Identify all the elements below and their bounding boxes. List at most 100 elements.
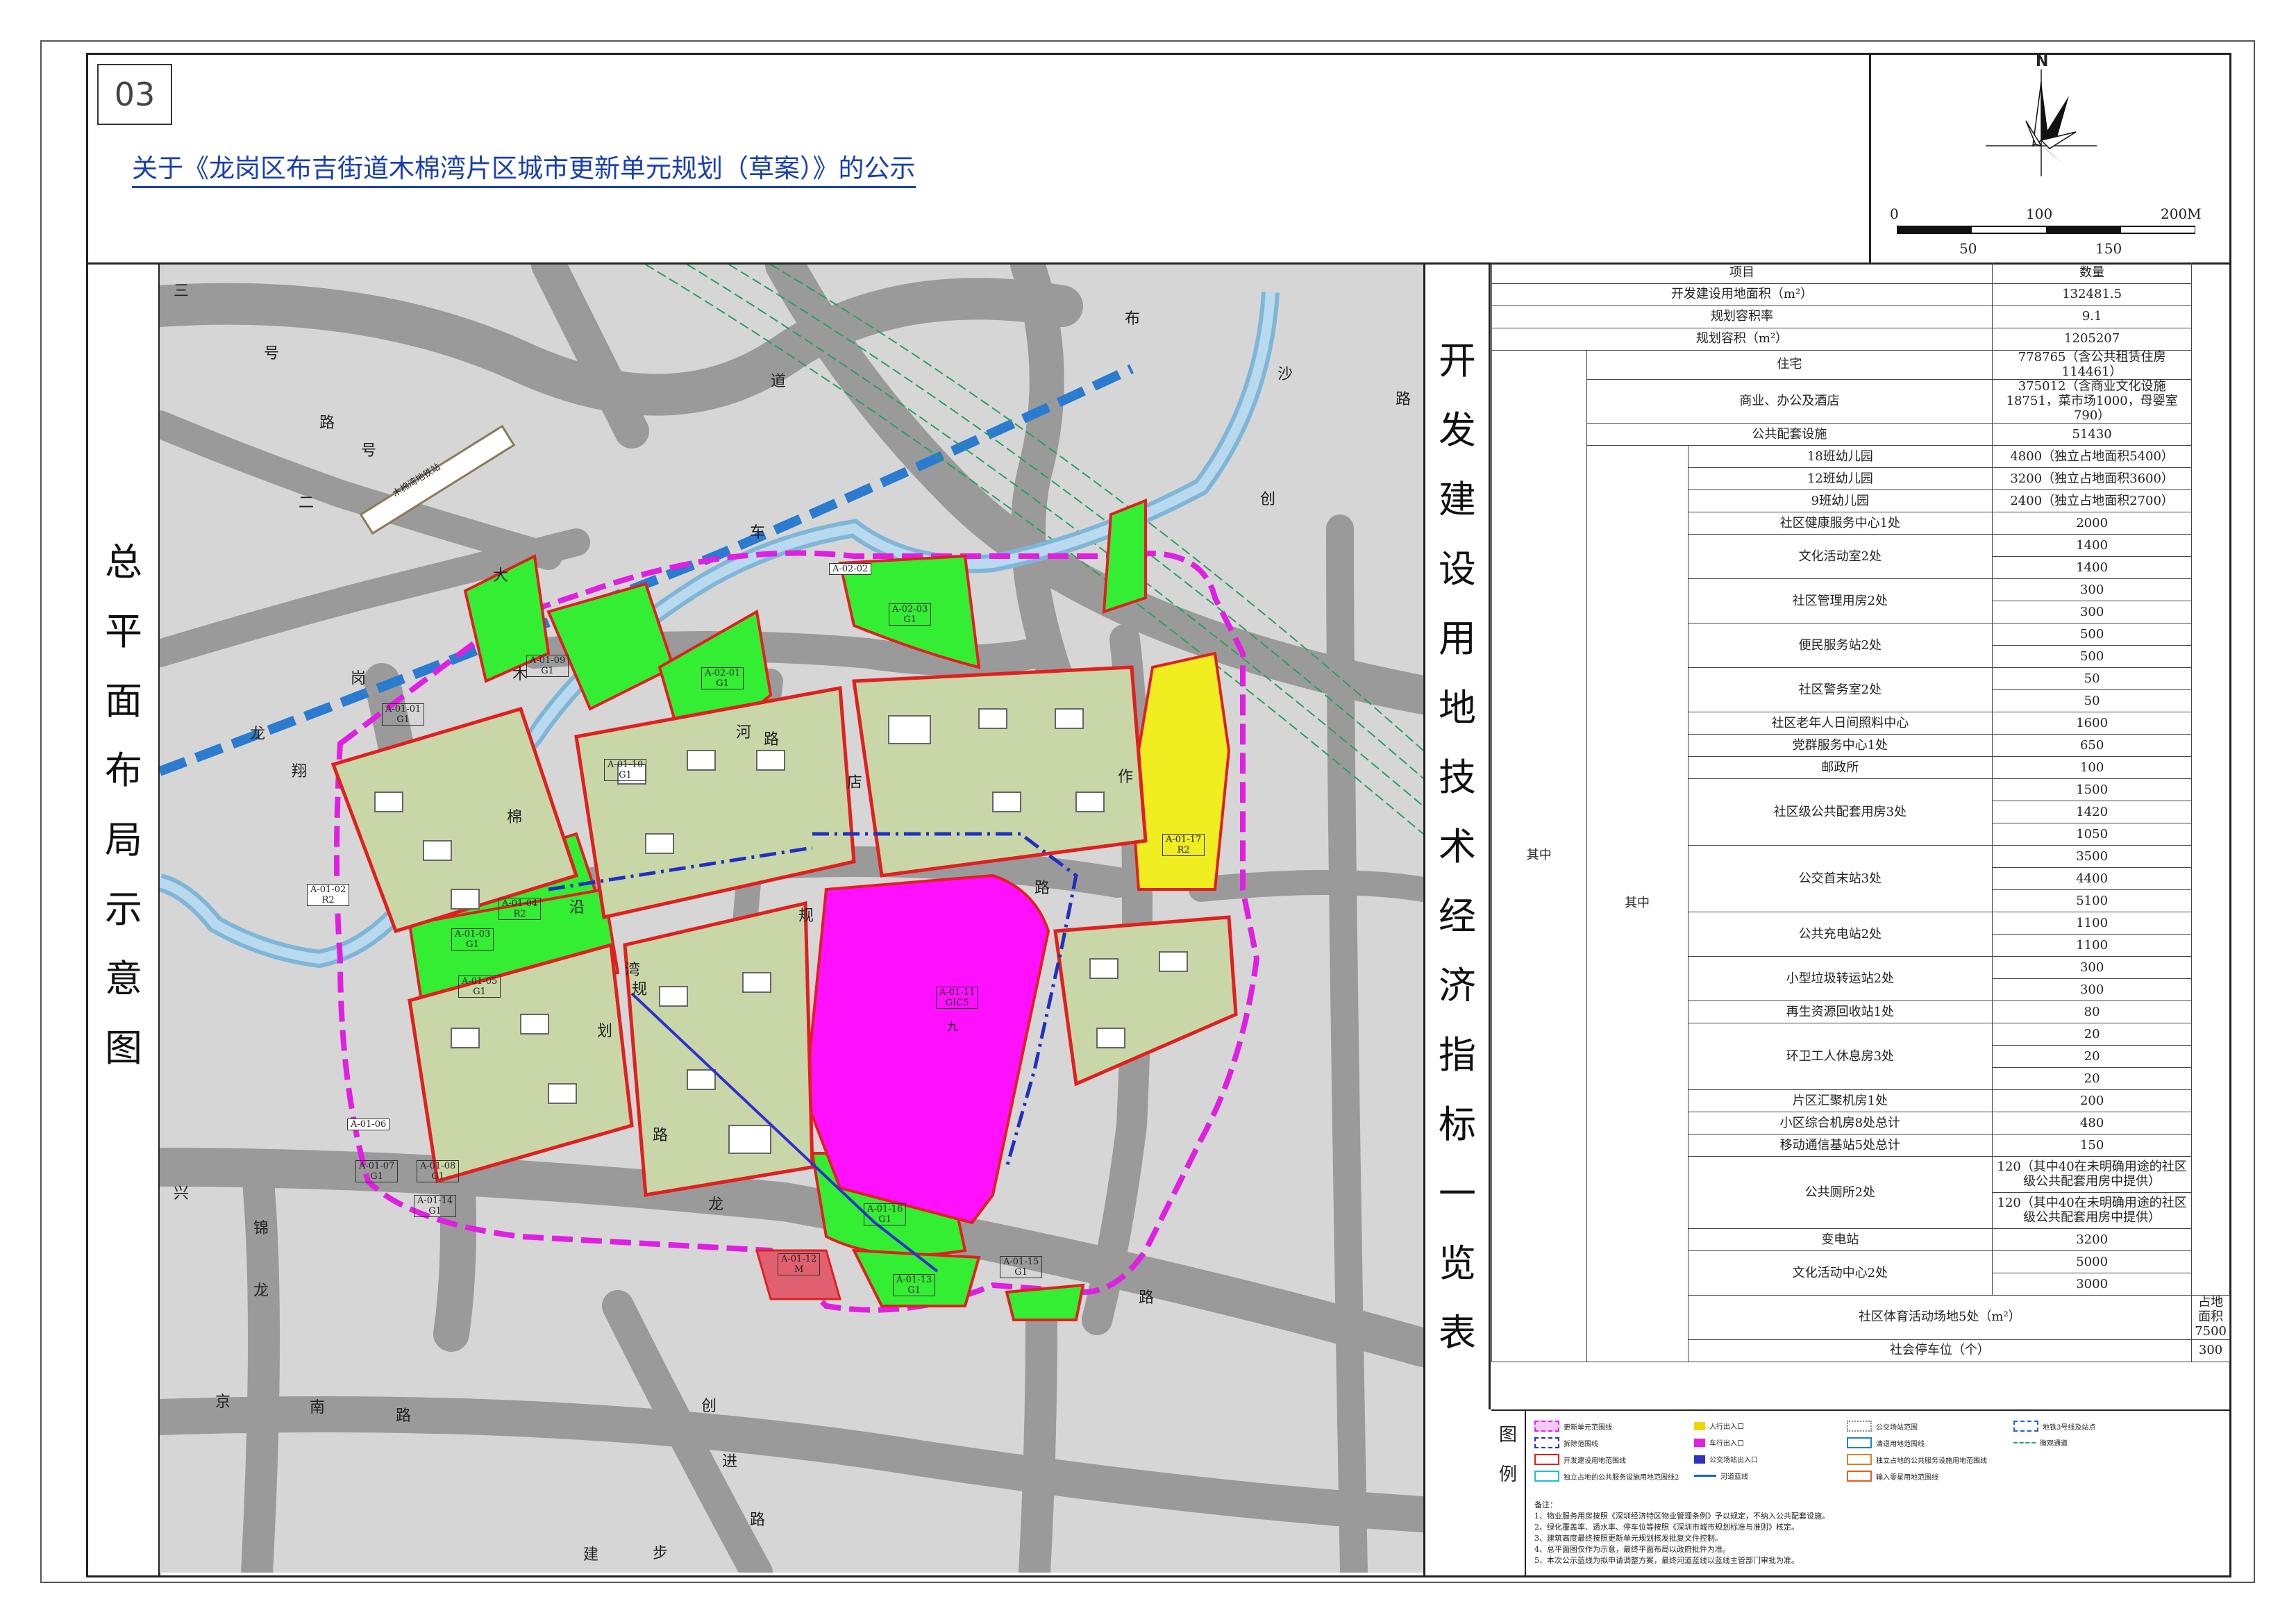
legend-item: 独立占地的公共服务设施用地范围线2 bbox=[1534, 1471, 1679, 1482]
page-title[interactable]: 关于《龙岗区布吉街道木棉湾片区城市更新单元规划（草案）》的公示 bbox=[132, 147, 916, 188]
legend-item: 人行出入口 bbox=[1694, 1421, 1744, 1431]
table-value: 1420 bbox=[1992, 801, 2193, 824]
road-char: 路 bbox=[1034, 880, 1050, 897]
road-char: 规 bbox=[798, 907, 814, 925]
legend-divider bbox=[1525, 1409, 1526, 1576]
site-plan-map[interactable]: 三 号 路 号 二 布 沙 路 车 道 创 大 岗 龙 翔 木 棉 沿 湾 路 … bbox=[160, 265, 1423, 1573]
table-label: 商业、办公及酒店 bbox=[1586, 379, 1993, 424]
legend-item: 地铁3号线及站点 bbox=[2013, 1421, 2095, 1432]
table-value: 4400 bbox=[1992, 867, 2193, 891]
legend-title: 图例 bbox=[1498, 1425, 1517, 1485]
table-value: 占地面积7500 bbox=[2191, 1295, 2230, 1340]
table-value: 3500 bbox=[1992, 845, 2193, 869]
table-value: 778765（含公共租赁住房114461） bbox=[1992, 349, 2193, 380]
parcel-tag[interactable]: A-01-04 R2 bbox=[498, 898, 542, 920]
parcel-tag[interactable]: A-01-08 G1 bbox=[417, 1160, 460, 1182]
table-value: 1205207 bbox=[1992, 328, 2193, 351]
road-char: 锦 bbox=[253, 1220, 269, 1237]
table-label: 邮政所 bbox=[1687, 756, 1993, 780]
parcel-tag[interactable]: A-01-12 M bbox=[778, 1253, 821, 1275]
parcel-tag[interactable]: A-01-11 GIC5 bbox=[936, 987, 979, 1009]
north-label: N bbox=[2036, 53, 2049, 70]
road-char: 沿 bbox=[569, 899, 585, 916]
road-char: 路 bbox=[653, 1127, 669, 1144]
legend-item: 更新单元范围线 bbox=[1534, 1421, 1612, 1432]
table-value: 1100 bbox=[1992, 912, 2193, 935]
table-value: 100 bbox=[1992, 756, 2193, 780]
road-char: 路 bbox=[319, 415, 335, 432]
table-label: 12班幼儿园 bbox=[1687, 467, 1993, 491]
parcel-tag[interactable]: A-02-01 G1 bbox=[701, 667, 744, 689]
road-char: 道 bbox=[771, 373, 787, 390]
table-label: 文化活动中心2处 bbox=[1687, 1250, 1993, 1296]
road-char: 龙 bbox=[250, 726, 266, 743]
table-value: 1400 bbox=[1992, 556, 2193, 580]
table-value: 3200 bbox=[1992, 1228, 2193, 1252]
table-label: 小区综合机房8处总计 bbox=[1687, 1112, 1993, 1135]
table-label: 开发建设用地面积（m²） bbox=[1491, 283, 1993, 306]
parcel-tag[interactable]: A-01-05 G1 bbox=[458, 976, 501, 998]
table-label: 文化活动室2处 bbox=[1687, 534, 1993, 580]
table-label: 便民服务站2处 bbox=[1687, 623, 1993, 669]
parcel-tag[interactable]: A-02-03 G1 bbox=[889, 603, 932, 626]
road-char: 路 bbox=[750, 1512, 766, 1529]
notes: 备注： 1、物业服务用房按照《深圳经济特区物业管理条例》予以规定，不纳入公共配套… bbox=[1534, 1500, 1829, 1565]
parcel-tag[interactable]: A-01-06 bbox=[347, 1119, 390, 1130]
table-value: 500 bbox=[1992, 623, 2193, 646]
road-char: 路 bbox=[764, 731, 780, 748]
parcel-tag[interactable]: A-01-17 R2 bbox=[1162, 834, 1205, 856]
road-char: 进 bbox=[722, 1453, 738, 1471]
road-char: 三 bbox=[174, 283, 190, 300]
table-label: 社区老年人日间照料中心 bbox=[1687, 712, 1993, 735]
parcel-tag[interactable]: A-01-09 G1 bbox=[526, 655, 569, 677]
road-char: 路 bbox=[1396, 391, 1411, 408]
road-char: 划 bbox=[597, 1023, 613, 1040]
table-label: 党群服务中心1处 bbox=[1687, 734, 1993, 757]
site-plan-svg bbox=[160, 265, 1423, 1573]
road-char: 龙 bbox=[708, 1196, 724, 1214]
table-value: 650 bbox=[1992, 734, 2193, 757]
scale-bar bbox=[1896, 224, 2196, 237]
legend-item: 开发建设用地范围线 bbox=[1534, 1454, 1626, 1465]
road-char: 木 bbox=[512, 666, 528, 683]
table-header-item: 项目 bbox=[1491, 262, 1993, 284]
table-label: 小型垃圾转运站2处 bbox=[1687, 956, 1993, 1002]
parcel-tag[interactable]: A-02-02 bbox=[829, 563, 872, 575]
parcel-tag[interactable]: A-01-10 G1 bbox=[604, 759, 647, 781]
indicator-table: 项目 数量 开发建设用地面积（m²） 132481.5 规划容积率 9.1 规划容积（… bbox=[1491, 262, 2230, 1362]
table-value: 3000 bbox=[1992, 1273, 2193, 1296]
table-value: 3200（独立占地面积3600） bbox=[1992, 467, 2193, 491]
scale-label-100: 100 bbox=[2026, 206, 2053, 222]
school-label: 九 bbox=[947, 1020, 959, 1033]
table-label: 再生资源回收站1处 bbox=[1687, 1001, 1993, 1024]
table-label: 公共厕所2处 bbox=[1687, 1156, 1993, 1230]
table-label: 社区健康服务中心1处 bbox=[1687, 512, 1993, 535]
parcel-tag[interactable]: A-01-02 R2 bbox=[307, 884, 350, 906]
parcel-tag[interactable]: A-01-15 G1 bbox=[1000, 1256, 1043, 1278]
legend-item: 车行出入口 bbox=[1694, 1437, 1744, 1448]
table-value: 300 bbox=[1992, 578, 2193, 602]
parcel-tag[interactable]: A-01-13 G1 bbox=[893, 1274, 936, 1296]
table-value: 51430 bbox=[1992, 423, 2193, 446]
table-group-label: 其中 bbox=[1491, 350, 1587, 1362]
table-label: 环卫工人休息房3处 bbox=[1687, 1023, 1993, 1091]
parcel-tag[interactable]: A-01-14 G1 bbox=[414, 1195, 457, 1217]
table-value: 2000 bbox=[1992, 512, 2193, 535]
table-value: 1400 bbox=[1992, 534, 2193, 558]
table-value: 1100 bbox=[1992, 934, 2193, 957]
table-label: 规划容积（m²） bbox=[1491, 328, 1993, 351]
parcel-tag[interactable]: A-01-07 G1 bbox=[355, 1160, 399, 1182]
table-label: 移动通信基站5处总计 bbox=[1687, 1134, 1993, 1157]
table-value: 200 bbox=[1992, 1089, 2193, 1113]
parcel-tag[interactable]: A-01-03 G1 bbox=[451, 928, 494, 951]
legend-item: 微观通道 bbox=[2013, 1437, 2068, 1448]
table-label: 社区管理用房2处 bbox=[1687, 578, 1993, 624]
table-value: 2400（独立占地面积2700） bbox=[1992, 489, 2193, 513]
table-value: 375012（含商业文化设施18751，菜市场1000，母婴室790） bbox=[1992, 379, 2193, 424]
parcel-tag[interactable]: A-01-16 G1 bbox=[864, 1203, 907, 1225]
road-char: 兴 bbox=[174, 1185, 190, 1203]
road-char: 号 bbox=[264, 345, 280, 362]
parcel-tag[interactable]: A-01-01 G1 bbox=[382, 703, 425, 726]
table-label: 社区级公共配套用房3处 bbox=[1687, 778, 1993, 846]
table-value: 300 bbox=[2191, 1339, 2230, 1362]
